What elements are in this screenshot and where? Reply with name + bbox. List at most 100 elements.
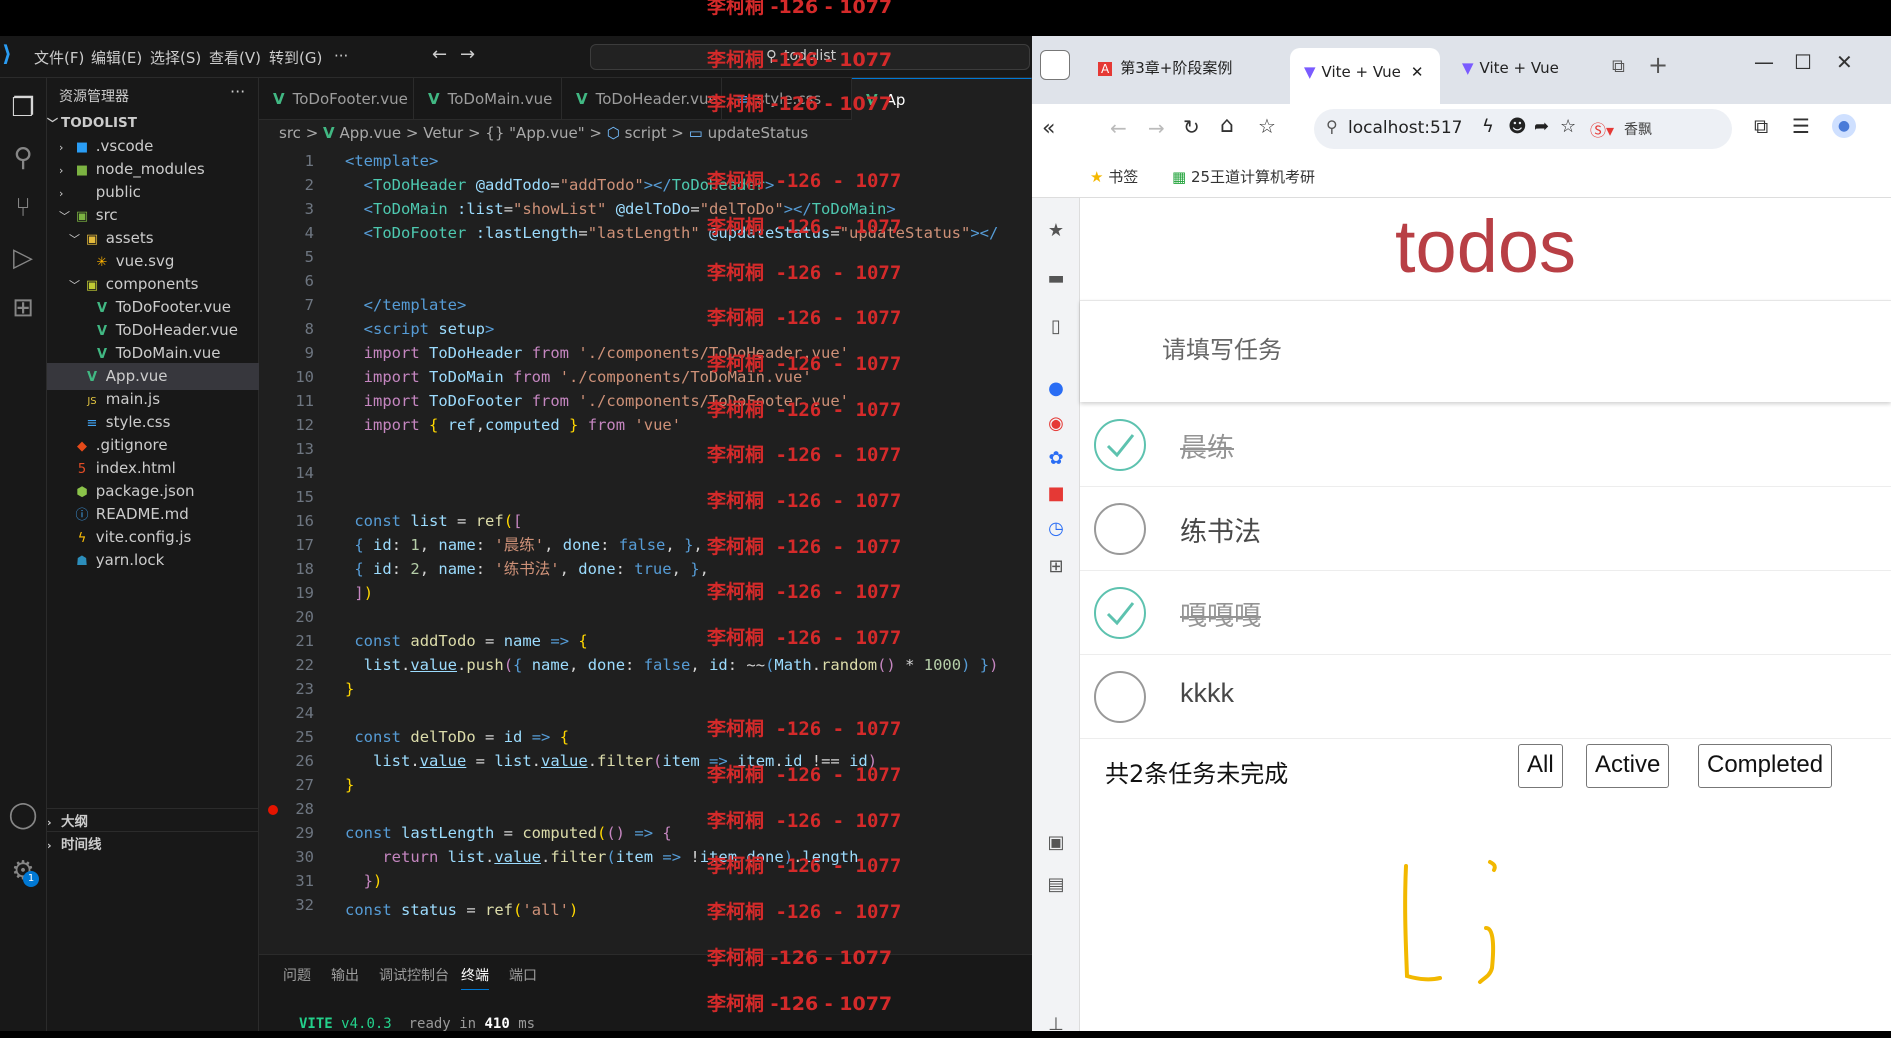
tab-terminal[interactable]: 终端 xyxy=(461,965,489,990)
app-red-icon[interactable]: ■ xyxy=(1044,483,1068,507)
tab-todofooter[interactable]: V ToDoFooter.vue xyxy=(259,78,414,120)
todo-checkbox[interactable] xyxy=(1094,503,1146,555)
minimize-icon[interactable]: — xyxy=(1754,50,1774,74)
tab-todoheader[interactable]: V ToDoHeader.vue xyxy=(562,78,722,120)
tab-debug-console[interactable]: 调试控制台 xyxy=(379,965,449,985)
line-number: 16 xyxy=(295,512,314,530)
paw-icon[interactable]: ✿ xyxy=(1044,448,1068,472)
lightning-icon[interactable]: ϟ xyxy=(1482,116,1494,137)
watermark: 李柯桐 -126 - 1077 xyxy=(707,855,902,877)
tab-group-icon[interactable]: ⧉ xyxy=(1612,56,1625,77)
profile-avatar-icon[interactable]: ● xyxy=(1832,114,1856,138)
todo-checkbox[interactable] xyxy=(1094,587,1146,639)
tab-todomain[interactable]: V ToDoMain.vue xyxy=(414,78,562,120)
phone-icon[interactable]: ▯ xyxy=(1044,316,1068,340)
maximize-icon[interactable]: ☐ xyxy=(1794,50,1812,74)
reload-icon[interactable]: ↻ xyxy=(1183,115,1200,139)
sidebar-toggle-icon[interactable]: « xyxy=(1042,116,1055,141)
tab-ports[interactable]: 端口 xyxy=(509,965,537,985)
favorites-star-icon[interactable]: ★ xyxy=(1044,220,1068,244)
symbol-icon: ⬡ xyxy=(606,124,620,142)
account-icon[interactable]: ◯ xyxy=(3,795,43,835)
briefcase-icon[interactable]: ▤ xyxy=(1044,874,1068,898)
app-title: todos xyxy=(1394,205,1577,288)
bookmark-star-icon[interactable]: ☆ xyxy=(1560,116,1576,137)
bookmark-folder[interactable]: ★ 书签 xyxy=(1090,166,1138,187)
share-icon[interactable]: ➦ xyxy=(1534,116,1549,137)
sogou-text: 香飘 xyxy=(1624,122,1652,138)
menu-more[interactable]: ··· xyxy=(334,47,348,65)
watermark: 李柯桐 -126 - 1077 xyxy=(707,216,902,238)
new-todo-input[interactable] xyxy=(1080,301,1891,401)
run-debug-icon[interactable]: ▷ xyxy=(3,238,43,278)
add-icon[interactable]: ⊞ xyxy=(1044,556,1068,580)
browser-tab-vite-vue[interactable]: ▼ Vite + Vue xyxy=(1462,50,1612,86)
browser-tab-chapter3[interactable]: A 第3章+阶段案例 xyxy=(1098,50,1278,86)
extension-face-icon[interactable]: ☻ xyxy=(1508,116,1527,137)
more-actions-icon[interactable]: ··· xyxy=(230,82,245,101)
watermark: 李柯桐 -126 - 1077 xyxy=(707,536,902,558)
forward-arrow-icon[interactable]: → xyxy=(1148,116,1165,140)
filter-all-button[interactable]: All xyxy=(1518,744,1563,788)
search-icon[interactable]: ⚲ xyxy=(3,138,43,178)
browser-tab-vite-vue-active[interactable]: ▼ Vite + Vue ✕ xyxy=(1290,48,1440,104)
code-line: { id: 1, name: '晨练', done: false, }, xyxy=(354,536,703,554)
tab-output[interactable]: 输出 xyxy=(331,965,359,985)
menu-selection[interactable]: 选择(S) xyxy=(150,47,201,68)
watermark: 李柯桐 -126 - 1077 xyxy=(707,947,893,969)
pin-icon[interactable]: ⊥ xyxy=(1044,1014,1068,1038)
filter-active-button[interactable]: Active xyxy=(1586,744,1670,788)
back-arrow-icon[interactable]: ← xyxy=(1110,116,1127,140)
extensions-icon[interactable]: ⧉ xyxy=(1754,114,1768,138)
line-number: 5 xyxy=(304,248,314,266)
tab-problems[interactable]: 问题 xyxy=(283,965,311,985)
breadcrumb-module[interactable]: {} "App.vue" xyxy=(485,124,584,142)
timeline-section[interactable]: › 时间线 xyxy=(47,831,259,858)
close-window-icon[interactable]: ✕ xyxy=(1836,50,1853,74)
filter-completed-button[interactable]: Completed xyxy=(1698,744,1833,788)
bookmark-wangdao[interactable]: ▦ 25王道计算机考研 xyxy=(1172,166,1315,187)
close-icon[interactable]: ✕ xyxy=(1411,63,1424,81)
app-chrome-icon[interactable]: ◉ xyxy=(1044,413,1068,437)
browser-window: A 第3章+阶段案例 ▼ Vite + Vue ✕ ▼ Vite + Vue ⧉ + —… xyxy=(1032,36,1891,1035)
tree-item-yarn-lock[interactable]: ☗ yarn.lock xyxy=(47,547,259,574)
new-tab-icon[interactable]: + xyxy=(1648,51,1668,79)
menu-icon[interactable]: ☰ xyxy=(1792,114,1810,138)
sogou-icon[interactable]: Ⓢ▾ xyxy=(1590,117,1614,141)
breadcrumb-vetur[interactable]: Vetur xyxy=(423,124,463,142)
menu-file[interactable]: 文件(F) xyxy=(34,47,84,68)
breadcrumb-src[interactable]: src xyxy=(279,124,301,142)
line-number: 2 xyxy=(304,176,314,194)
settings-gear-icon[interactable]: ⚙ xyxy=(3,851,43,891)
tab-actions-icon[interactable] xyxy=(1040,50,1070,80)
menu-go[interactable]: 转到(G) xyxy=(269,47,322,68)
clock-icon[interactable]: ◷ xyxy=(1044,518,1068,542)
home-icon[interactable]: ⌂ xyxy=(1220,113,1234,138)
breadcrumb-script[interactable]: script xyxy=(625,124,667,142)
forward-arrow-icon[interactable]: → xyxy=(460,44,475,65)
address-bar[interactable]: ⚲ localhost:517 ϟ ☻ ➦ ☆ Ⓢ▾ 香飘 xyxy=(1314,109,1732,149)
editor-tabs: V ToDoFooter.vue V ToDoMain.vue V ToDoHeade… xyxy=(259,78,1032,120)
code-line: <template> xyxy=(345,152,439,170)
menu-view[interactable]: 查看(V) xyxy=(209,47,261,68)
todo-checkbox[interactable] xyxy=(1094,419,1146,471)
back-arrow-icon[interactable]: ← xyxy=(432,44,447,65)
breadcrumb-update-status[interactable]: updateStatus xyxy=(708,124,809,142)
source-control-icon[interactable]: ⑂ xyxy=(3,188,43,228)
app-q-icon[interactable]: ● xyxy=(1044,378,1068,402)
menu-edit[interactable]: 编辑(E) xyxy=(91,47,142,68)
code-editor[interactable]: 1 2 3 4 5 6 7 8 9 10 11 12 13 14 15 16 1… xyxy=(259,146,1032,954)
todo-checkbox[interactable] xyxy=(1094,671,1146,723)
bookmarks-bar: ★ 书签 ▦ 25王道计算机考研 xyxy=(1032,156,1891,198)
extensions-icon[interactable]: ⊞ xyxy=(3,288,43,328)
folder-icon[interactable]: ▬ xyxy=(1044,268,1068,292)
line-number: 18 xyxy=(295,560,314,578)
line-number: 32 xyxy=(295,896,314,914)
breakpoint-dot[interactable] xyxy=(268,805,278,815)
bookmark-add-icon[interactable]: ▣ xyxy=(1044,832,1068,856)
explorer-icon[interactable]: ❐ xyxy=(3,88,43,128)
star-icon[interactable]: ☆ xyxy=(1258,114,1276,138)
breadcrumb-app-vue[interactable]: App.vue xyxy=(339,124,401,142)
line-number: 19 xyxy=(295,584,314,602)
code-line: const delToDo = id => { xyxy=(354,728,570,746)
